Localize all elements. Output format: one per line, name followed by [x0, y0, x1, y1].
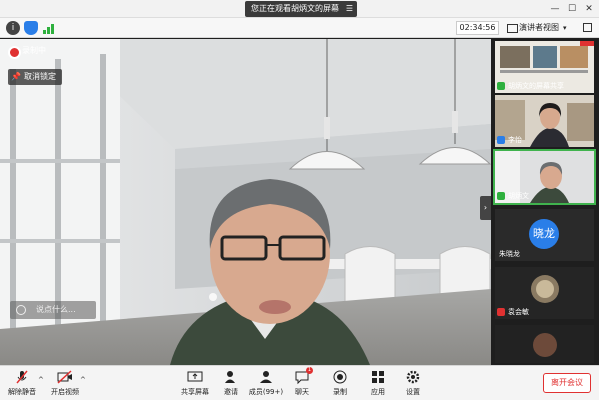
chevron-down-icon: ▾: [563, 24, 567, 32]
participant-tile[interactable]: 晓龙 朱晓龙: [495, 209, 594, 261]
microphone-muted-icon: [497, 308, 505, 316]
participant-tile[interactable]: 胡炳文的屏幕共享: [495, 41, 594, 93]
meeting-window: 您正在观看胡炳文的屏幕 ☰ — ☐ ✕ i 02:34:56 演讲者视图 ▾ 录…: [0, 0, 599, 400]
microphone-muted-icon: [16, 370, 28, 384]
fullscreen-icon[interactable]: [583, 23, 592, 32]
share-screen-button[interactable]: 共享屏幕: [175, 369, 215, 397]
participant-name: 朱晓龙: [499, 250, 520, 258]
microphone-icon: [497, 82, 505, 90]
collapse-panel-button[interactable]: ›: [480, 196, 491, 220]
apps-label: 应用: [371, 388, 385, 396]
chat-input[interactable]: 说点什么...: [10, 301, 96, 319]
start-video-label: 开启视频: [51, 388, 79, 396]
apps-button[interactable]: 应用: [368, 369, 388, 397]
emoji-icon[interactable]: [16, 305, 26, 315]
start-video-button[interactable]: 开启视频: [47, 369, 83, 397]
recording-indicator: 录制中: [8, 45, 46, 59]
signal-strength-icon[interactable]: [42, 21, 56, 35]
main-video-feed[interactable]: 录制中 取消锁定 说点什么... ›: [0, 39, 491, 365]
record-label: 录制: [333, 388, 347, 396]
menu-icon[interactable]: ☰: [346, 1, 353, 17]
title-bar: 您正在观看胡炳文的屏幕 ☰ — ☐ ✕: [0, 0, 599, 18]
chevron-up-icon[interactable]: ^: [80, 376, 86, 384]
unmute-label: 解除静音: [8, 388, 36, 396]
members-icon: [260, 371, 272, 383]
chevron-up-icon[interactable]: ^: [38, 376, 44, 384]
gear-icon: [406, 370, 420, 384]
participant-name: 胡炳文: [497, 191, 529, 201]
record-button[interactable]: 录制: [330, 369, 350, 397]
meeting-info-bar: i 02:34:56 演讲者视图 ▾: [0, 18, 599, 38]
close-button[interactable]: ✕: [581, 0, 597, 18]
participant-tile[interactable]: [495, 325, 594, 363]
shield-icon[interactable]: [24, 21, 38, 35]
settings-button[interactable]: 设置: [403, 369, 423, 397]
invite-button[interactable]: 邀请: [220, 369, 242, 397]
chat-button[interactable]: 1 聊天: [292, 367, 313, 397]
microphone-icon: [497, 192, 505, 200]
record-icon: [333, 370, 347, 384]
members-label: 成员(99+): [248, 388, 284, 396]
participant-panel: 胡炳文的屏幕共享 李怡 胡炳文 晓龙 朱晓龙 袁会敏: [491, 39, 599, 365]
participant-tile[interactable]: 袁会敏: [495, 267, 594, 319]
participant-name: 袁会敏: [497, 307, 529, 317]
invite-label: 邀请: [224, 388, 238, 396]
chat-badge: 1: [306, 367, 313, 374]
avatar: 晓龙: [529, 219, 559, 249]
chat-label: 聊天: [295, 388, 309, 396]
settings-label: 设置: [406, 388, 420, 396]
share-screen-icon: [187, 371, 203, 382]
info-icon[interactable]: i: [6, 21, 20, 35]
microphone-icon: [497, 136, 505, 144]
speaker-view-dropdown[interactable]: 演讲者视图 ▾: [505, 21, 567, 35]
chat-icon: 1: [294, 367, 313, 385]
camera-off-icon: [57, 370, 72, 384]
participant-tile[interactable]: 李怡: [495, 95, 594, 147]
participant-name: 李怡: [497, 135, 522, 145]
participant-name: 胡炳文的屏幕共享: [497, 81, 564, 91]
share-banner-text: 您正在观看胡炳文的屏幕: [251, 4, 339, 13]
meeting-timer: 02:34:56: [456, 21, 499, 35]
maximize-button[interactable]: ☐: [564, 0, 580, 18]
participant-video: [495, 325, 594, 363]
share-screen-label: 共享屏幕: [181, 388, 209, 396]
members-button[interactable]: 成员(99+): [248, 369, 284, 397]
speaker-view-label: 演讲者视图: [519, 23, 559, 32]
screen-share-banner[interactable]: 您正在观看胡炳文的屏幕 ☰: [245, 1, 357, 17]
unmute-button[interactable]: 解除静音: [4, 369, 40, 397]
chat-placeholder: 说点什么...: [36, 305, 76, 314]
leave-meeting-button[interactable]: 离开会议: [543, 373, 591, 393]
participant-tile-active[interactable]: 胡炳文: [493, 149, 596, 205]
unpin-button[interactable]: 取消锁定: [8, 69, 62, 85]
apps-icon: [372, 371, 384, 383]
meeting-controls: 解除静音 ^ 开启视频 ^ 共享屏幕 邀请 成员(99+) 1 聊天 录制 应用…: [0, 365, 599, 400]
invite-icon: [225, 371, 235, 383]
minimize-button[interactable]: —: [547, 0, 563, 18]
